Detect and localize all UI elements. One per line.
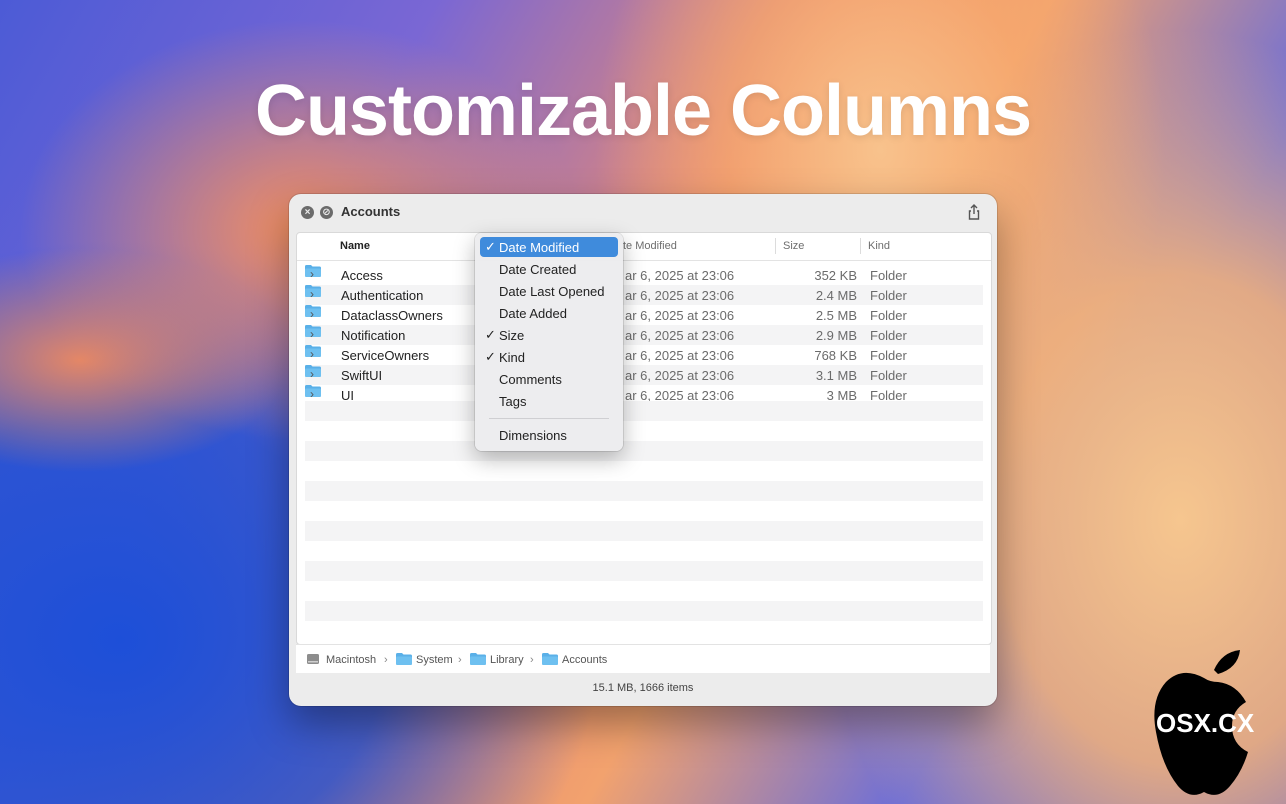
path-item-accounts[interactable]: Accounts: [562, 654, 607, 666]
file-kind: Folder: [870, 308, 907, 323]
path-bar: Macintosh › System › Library › Accounts: [296, 644, 990, 673]
finder-window: × ⊘ Accounts Name te Modified Size Kind …: [289, 194, 997, 706]
menu-separator: [489, 418, 609, 419]
menu-item-tags[interactable]: Tags: [480, 391, 618, 411]
checkmark-icon: ✓: [485, 349, 496, 364]
file-kind: Folder: [870, 368, 907, 383]
table-row[interactable]: › Notification ar 6, 2025 at 23:06 2.9 MB Fo…: [305, 325, 983, 345]
chevron-right-icon[interactable]: ›: [310, 307, 314, 321]
chevron-right-icon[interactable]: ›: [310, 347, 314, 361]
menu-item-label: Date Last Opened: [499, 284, 605, 299]
path-item-macintosh[interactable]: Macintosh: [326, 654, 376, 666]
path-separator: ›: [384, 654, 388, 666]
file-size: 352 KB: [814, 268, 857, 283]
file-kind: Folder: [870, 288, 907, 303]
file-size: 3.1 MB: [815, 368, 857, 383]
close-icon[interactable]: ×: [301, 206, 314, 219]
path-item-library[interactable]: Library: [490, 654, 524, 666]
path-item-system[interactable]: System: [416, 654, 453, 666]
file-size: 2.5 MB: [815, 308, 857, 323]
menu-item-size[interactable]: ✓ Size: [480, 325, 618, 345]
column-date-modified[interactable]: te Modified: [623, 240, 677, 252]
folder-icon: [470, 653, 486, 665]
file-date: ar 6, 2025 at 23:06: [625, 348, 735, 363]
file-size: 768 KB: [814, 348, 857, 363]
chevron-right-icon[interactable]: ›: [310, 367, 314, 381]
column-size[interactable]: Size: [783, 240, 804, 252]
menu-item-label: Tags: [499, 394, 527, 409]
empty-row: [305, 401, 983, 421]
menu-item-label: Size: [499, 328, 525, 343]
file-size: 2.9 MB: [815, 328, 857, 343]
status-bar: 15.1 MB, 1666 items: [592, 682, 694, 694]
chevron-right-icon[interactable]: ›: [310, 387, 314, 401]
empty-row: [305, 521, 983, 541]
menu-item-comments[interactable]: Comments: [480, 369, 618, 389]
file-date: ar 6, 2025 at 23:06: [625, 328, 735, 343]
folder-icon: [396, 653, 412, 665]
column-kind[interactable]: Kind: [868, 240, 890, 252]
menu-item-kind[interactable]: ✓ Kind: [480, 347, 618, 367]
headline: Customizable Columns: [254, 71, 1032, 151]
menu-item-date-last-opened[interactable]: Date Last Opened: [480, 281, 618, 301]
menu-item-date-added[interactable]: Date Added: [480, 303, 618, 323]
file-date: ar 6, 2025 at 23:06: [625, 308, 735, 323]
file-name: ServiceOwners: [341, 348, 430, 363]
column-divider[interactable]: [775, 238, 776, 254]
menu-item-label: Kind: [499, 350, 526, 365]
file-name: Notification: [341, 328, 406, 343]
watermark-text: OSX.CX: [1156, 708, 1255, 738]
file-date: ar 6, 2025 at 23:06: [625, 268, 735, 283]
file-size: 2.4 MB: [815, 288, 857, 303]
disk-icon: [307, 654, 319, 664]
table-row[interactable]: › Access ar 6, 2025 at 23:06 352 KB Folder: [305, 265, 983, 285]
menu-item-label: Dimensions: [499, 428, 567, 443]
column-divider[interactable]: [860, 238, 861, 254]
empty-row: [305, 561, 983, 581]
menu-item-date-modified[interactable]: ✓ Date Modified: [480, 237, 618, 257]
empty-row: [305, 481, 983, 501]
table-row[interactable]: › ServiceOwners ar 6, 2025 at 23:06 768 KB F…: [305, 345, 983, 365]
file-list: Name te Modified Size Kind › Access ar 6, …: [296, 232, 992, 645]
chevron-right-icon[interactable]: ›: [310, 267, 314, 281]
table-row[interactable]: › DataclassOwners ar 6, 2025 at 23:06 2.5 M…: [305, 305, 983, 325]
chevron-right-icon[interactable]: ›: [310, 287, 314, 301]
file-date: ar 6, 2025 at 23:06: [625, 368, 735, 383]
file-kind: Folder: [870, 328, 907, 343]
path-separator: ›: [530, 654, 534, 666]
checkmark-icon: ✓: [485, 327, 496, 342]
checkmark-icon: ✓: [485, 239, 496, 254]
path-separator: ›: [458, 654, 462, 666]
file-date: ar 6, 2025 at 23:06: [625, 288, 735, 303]
folder-icon: [542, 653, 558, 665]
menu-item-label: Comments: [499, 372, 562, 387]
menu-item-label: Date Added: [499, 306, 567, 321]
table-row[interactable]: › SwiftUI ar 6, 2025 at 23:06 3.1 MB Folder: [305, 365, 983, 385]
titlebar: × ⊘ Accounts: [289, 194, 997, 230]
block-icon[interactable]: ⊘: [320, 206, 333, 219]
menu-item-label: Date Created: [499, 262, 577, 277]
table-row[interactable]: › Authentication ar 6, 2025 at 23:06 2.4 MB…: [305, 285, 983, 305]
column-name[interactable]: Name: [340, 240, 370, 252]
file-kind: Folder: [870, 348, 907, 363]
empty-row: [305, 601, 983, 621]
column-header: Name te Modified Size Kind: [297, 233, 991, 261]
chevron-right-icon[interactable]: ›: [310, 327, 314, 341]
empty-row: [305, 441, 983, 461]
column-context-menu: ✓ Date Modified Date Created Date Last Open…: [475, 233, 623, 451]
menu-item-label: Date Modified: [499, 240, 580, 255]
file-name: DataclassOwners: [341, 308, 443, 323]
file-kind: Folder: [870, 268, 907, 283]
file-name: Authentication: [341, 288, 424, 303]
window-title: Accounts: [341, 204, 401, 219]
file-name: SwiftUI: [341, 368, 383, 383]
menu-item-dimensions[interactable]: Dimensions: [480, 425, 618, 445]
file-name: Access: [341, 268, 383, 283]
menu-item-date-created[interactable]: Date Created: [480, 259, 618, 279]
share-icon[interactable]: [965, 203, 983, 221]
